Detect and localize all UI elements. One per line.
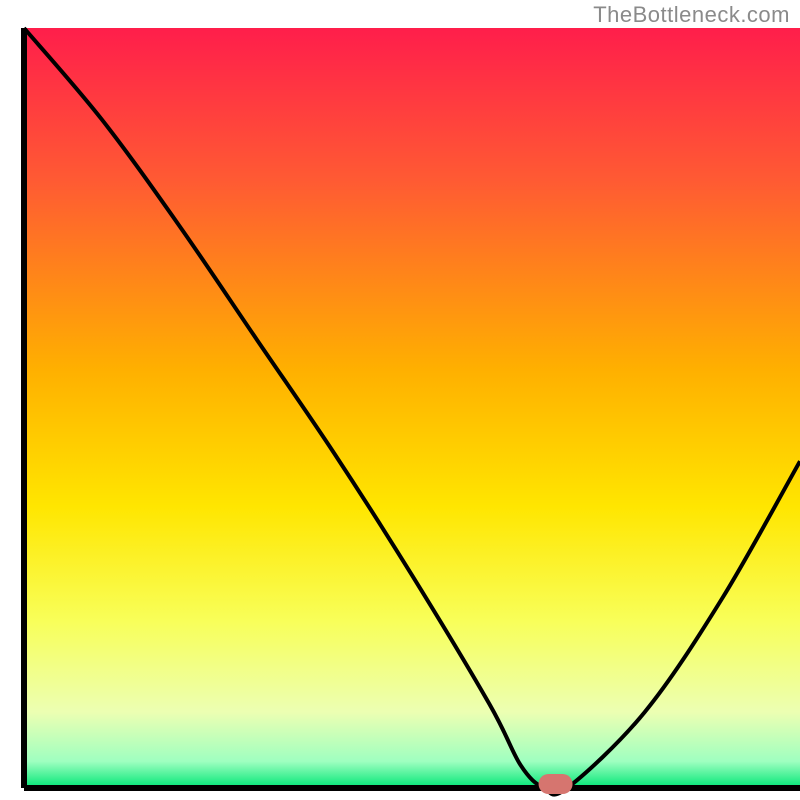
optimal-marker xyxy=(539,774,573,794)
plot-background xyxy=(24,28,800,788)
bottleneck-chart xyxy=(0,0,800,800)
chart-frame: TheBottleneck.com xyxy=(0,0,800,800)
